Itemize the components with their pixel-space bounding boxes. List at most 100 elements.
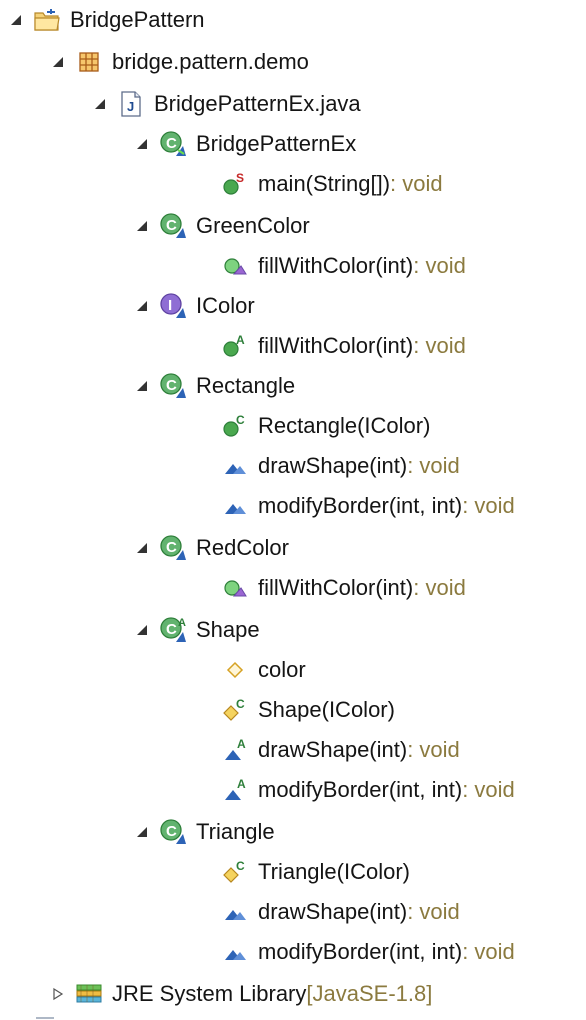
public-class-icon: C <box>158 533 188 563</box>
member-label: color <box>258 657 306 682</box>
class-label: Rectangle <box>196 373 296 398</box>
default-method-icon <box>220 451 250 481</box>
svg-text:A: A <box>178 617 186 629</box>
tree-node-method-fillwithcolor-red[interactable]: fillWithColor(int) : void <box>194 568 466 608</box>
expanded-triangle-icon[interactable] <box>132 822 152 842</box>
expanded-triangle-icon[interactable] <box>132 216 152 236</box>
tree-node-method-fillwithcolor-abstract[interactable]: A fillWithColor(int) : void <box>194 326 466 366</box>
class-label: GreenColor <box>196 213 310 238</box>
library-label: JRE System Library <box>112 981 307 1006</box>
member-label: modifyBorder(int, int) <box>258 939 463 964</box>
member-label: fillWithColor(int) <box>258 333 414 358</box>
svg-text:A: A <box>237 737 246 751</box>
library-version-label: [JavaSE-1.8] <box>306 981 433 1006</box>
svg-text:C: C <box>166 539 177 556</box>
return-type-label: : void <box>390 171 443 196</box>
tree-node-method-modifyborder-abstract[interactable]: A modifyBorder(int, int) : void <box>194 770 515 810</box>
svg-text:C: C <box>166 135 177 152</box>
class-label: BridgePatternEx <box>196 131 357 156</box>
java-file-icon: J <box>116 89 146 119</box>
svg-text:C: C <box>236 413 245 427</box>
svg-text:A: A <box>237 777 246 791</box>
member-label: drawShape(int) <box>258 737 408 762</box>
class-label: Triangle <box>196 819 275 844</box>
svg-text:J: J <box>127 99 134 114</box>
svg-text:C: C <box>166 823 177 840</box>
tree-node-class-bridgepatternex[interactable]: C BridgePatternEx <box>132 124 356 164</box>
expanded-triangle-icon[interactable] <box>132 620 152 640</box>
member-label: Triangle(IColor) <box>258 859 411 884</box>
public-class-icon: C <box>158 371 188 401</box>
return-type-label: : void <box>462 493 515 518</box>
expanded-triangle-icon[interactable] <box>90 94 110 114</box>
return-type-label: : void <box>413 575 466 600</box>
tree-node-constructor-triangle[interactable]: C Triangle(IColor) <box>194 852 410 892</box>
tree-node-jre-library[interactable]: JRE System Library [JavaSE-1.8] <box>48 974 432 1014</box>
java-file-label: BridgePatternEx.java <box>154 91 361 116</box>
abstract-class-icon: C A <box>158 615 188 645</box>
member-label: main(String[]) <box>258 171 391 196</box>
abstract-method-icon: A <box>220 775 250 805</box>
member-label: Rectangle(IColor) <box>258 413 431 438</box>
member-label: modifyBorder(int, int) <box>258 777 463 802</box>
tree-node-class-greencolor[interactable]: C GreenColor <box>132 206 310 246</box>
tree-node-package[interactable]: bridge.pattern.demo <box>48 42 309 82</box>
default-method-icon <box>220 937 250 967</box>
constructor-icon: C <box>220 411 250 441</box>
expanded-triangle-icon[interactable] <box>132 134 152 154</box>
tree-node-method-main[interactable]: S main(String[]) : void <box>194 164 443 204</box>
svg-text:C: C <box>166 621 177 638</box>
default-method-icon <box>220 897 250 927</box>
tree-node-class-triangle[interactable]: C Triangle <box>132 812 275 852</box>
tree-node-interface-icolor[interactable]: I IColor <box>132 286 255 326</box>
tree-node-constructor-shape[interactable]: C Shape(IColor) <box>194 690 395 730</box>
constructor-icon: C <box>220 695 250 725</box>
tree-node-method-modifyborder-triangle[interactable]: modifyBorder(int, int) : void <box>194 932 515 972</box>
tree-node-field-color[interactable]: color <box>194 650 306 690</box>
package-icon <box>74 47 104 77</box>
svg-text:A: A <box>236 333 245 347</box>
interface-label: IColor <box>196 293 255 318</box>
library-icon <box>74 979 104 1009</box>
tree-node-project[interactable]: BridgePattern <box>6 0 205 40</box>
svg-text:C: C <box>236 697 245 711</box>
member-label: fillWithColor(int) <box>258 575 414 600</box>
package-label: bridge.pattern.demo <box>112 49 309 74</box>
tree-node-method-modifyborder[interactable]: modifyBorder(int, int) : void <box>194 486 515 526</box>
tree-node-class-rectangle[interactable]: C Rectangle <box>132 366 295 406</box>
svg-text:C: C <box>166 217 177 234</box>
tree-node-class-shape[interactable]: C A Shape <box>132 610 260 650</box>
expanded-triangle-icon[interactable] <box>132 296 152 316</box>
static-method-icon: S <box>220 169 250 199</box>
expanded-triangle-icon[interactable] <box>48 52 68 72</box>
tree-node-constructor-rectangle[interactable]: C Rectangle(IColor) <box>194 406 430 446</box>
member-label: drawShape(int) <box>258 453 408 478</box>
member-label: drawShape(int) <box>258 899 408 924</box>
tree-node-method-drawshape[interactable]: drawShape(int) : void <box>194 446 460 486</box>
tree-node-method-drawshape-triangle[interactable]: drawShape(int) : void <box>194 892 460 932</box>
constructor-icon: C <box>220 857 250 887</box>
svg-text:C: C <box>236 859 245 873</box>
return-type-label: : void <box>413 333 466 358</box>
field-icon <box>220 655 250 685</box>
tree-node-method-drawshape-abstract[interactable]: A drawShape(int) : void <box>194 730 460 770</box>
return-type-label: : void <box>462 939 515 964</box>
tree-node-class-redcolor[interactable]: C RedColor <box>132 528 289 568</box>
project-label: BridgePattern <box>70 7 205 32</box>
tree-node-java-file[interactable]: J BridgePatternEx.java <box>90 84 361 124</box>
abstract-method-icon: A <box>220 735 250 765</box>
svg-text:C: C <box>166 377 177 394</box>
abstract-method-icon: A <box>220 331 250 361</box>
return-type-label: : void <box>407 453 460 478</box>
expanded-triangle-icon[interactable] <box>132 376 152 396</box>
collapsed-triangle-icon[interactable] <box>48 984 68 1004</box>
expanded-triangle-icon[interactable] <box>132 538 152 558</box>
expanded-triangle-icon[interactable] <box>6 10 26 30</box>
member-label: fillWithColor(int) <box>258 253 414 278</box>
return-type-label: : void <box>407 899 460 924</box>
return-type-label: : void <box>462 777 515 802</box>
tree-node-method-fillwithcolor[interactable]: fillWithColor(int) : void <box>194 246 466 286</box>
return-type-label: : void <box>413 253 466 278</box>
default-method-icon <box>220 251 250 281</box>
class-label: Shape <box>196 617 260 642</box>
